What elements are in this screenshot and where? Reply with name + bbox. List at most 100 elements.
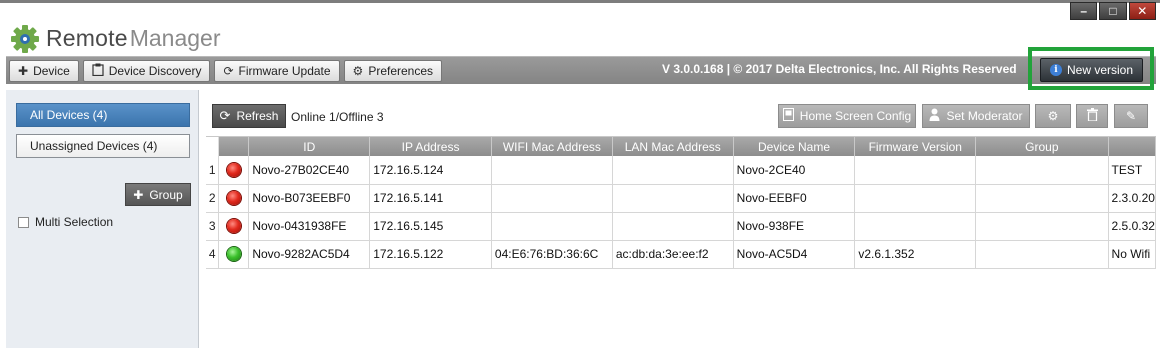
header-corner — [206, 137, 220, 156]
status-cell — [218, 212, 250, 241]
header-id[interactable]: ID — [248, 137, 371, 156]
row-number: 2 — [206, 184, 220, 213]
firmware-cell — [854, 212, 977, 241]
new-version-button[interactable]: i New version — [1040, 58, 1143, 82]
extra-cell: TEST — [1108, 156, 1157, 185]
offline-status-icon — [226, 219, 241, 234]
device-name-cell: Novo-EEBF0 — [733, 184, 856, 213]
set-moderator-label: Set Moderator — [946, 109, 1023, 123]
edit-button[interactable]: ✎ — [1114, 104, 1148, 128]
lan-mac-cell — [612, 184, 734, 213]
link-button[interactable]: ⚙ — [1035, 104, 1071, 128]
clipboard-icon — [92, 63, 104, 79]
offline-status-icon — [226, 163, 241, 178]
extra-cell: 2.3.0.20 — [1108, 184, 1157, 213]
header-extra[interactable] — [1108, 137, 1157, 156]
multi-selection-checkbox[interactable]: Multi Selection — [18, 215, 113, 229]
app-name-remote: Remote — [46, 24, 128, 51]
version-copyright-text: V 3.0.0.168 | © 2017 Delta Electronics, … — [662, 62, 1017, 76]
home-screen-config-label: Home Screen Config — [799, 109, 912, 123]
ip-cell: 172.16.5.122 — [369, 240, 492, 269]
online-status-text: Online 1/Offline 3 — [291, 110, 384, 124]
online-status-icon — [226, 247, 241, 262]
firmware-update-button[interactable]: ⟳ Firmware Update — [214, 59, 340, 82]
link-icon: ⚙ — [1047, 109, 1059, 123]
header-status — [218, 137, 250, 156]
device-id-cell: Novo-27B02CE40 — [248, 156, 371, 185]
firmware-cell: v2.6.1.352 — [854, 240, 977, 269]
device-table-container: ID IP Address WIFI Mac Address LAN Mac A… — [206, 136, 1157, 348]
group-cell — [975, 212, 1109, 241]
firmware-cell — [854, 156, 977, 185]
table-header-row: ID IP Address WIFI Mac Address LAN Mac A… — [206, 137, 1157, 156]
device-name-cell: Novo-938FE — [733, 212, 856, 241]
gear-logo-icon — [11, 25, 39, 53]
header-group[interactable]: Group — [975, 137, 1109, 156]
title-bar-strip — [0, 0, 1160, 3]
device-id-cell: Novo-0431938FE — [248, 212, 371, 241]
pencil-icon: ✎ — [1125, 109, 1137, 123]
preferences-label: Preferences — [368, 63, 434, 78]
lan-mac-cell: ac:db:da:3e:ee:f2 — [612, 240, 734, 269]
wifi-mac-cell — [491, 184, 613, 213]
lan-mac-cell — [612, 212, 734, 241]
offline-status-icon — [226, 191, 241, 206]
row-number: 1 — [206, 156, 220, 185]
device-table: ID IP Address WIFI Mac Address LAN Mac A… — [206, 137, 1157, 269]
sync-icon: ⟳ — [223, 63, 234, 78]
checkbox-box[interactable] — [18, 216, 29, 228]
extra-cell: 2.5.0.32 — [1108, 212, 1157, 241]
device-id-cell: Novo-9282AC5D4 — [248, 240, 371, 269]
table-row[interactable]: 3 Novo-0431938FE 172.16.5.145 Novo-938FE… — [206, 212, 1157, 241]
maximize-button[interactable]: □ — [1099, 2, 1127, 20]
device-discovery-button[interactable]: Device Discovery — [82, 59, 211, 82]
device-name-cell: Novo-AC5D4 — [733, 240, 856, 269]
add-group-button[interactable]: ✚ Group — [125, 183, 191, 206]
wifi-mac-cell — [491, 156, 613, 185]
device-toolbar: ⟳ Refresh Online 1/Offline 3 Home Screen… — [206, 102, 1156, 132]
set-moderator-button[interactable]: Set Moderator — [922, 104, 1030, 128]
home-screen-config-button[interactable]: Home Screen Config — [778, 104, 916, 128]
gear-icon: ⚙ — [352, 63, 364, 78]
add-group-label: Group — [149, 187, 183, 202]
device-name-cell: Novo-2CE40 — [733, 156, 856, 185]
header-firmware-version[interactable]: Firmware Version — [854, 137, 977, 156]
ip-cell: 172.16.5.145 — [369, 212, 492, 241]
window-controls: – □ ✕ — [1070, 2, 1156, 20]
firmware-cell — [854, 184, 977, 213]
info-icon: i — [1049, 64, 1062, 76]
table-row[interactable]: 4 Novo-9282AC5D4 172.16.5.122 04:E6:76:B… — [206, 240, 1157, 269]
device-id-cell: Novo-B073EEBF0 — [248, 184, 371, 213]
close-button[interactable]: ✕ — [1128, 2, 1156, 20]
device-discovery-label: Device Discovery — [108, 63, 202, 78]
ip-cell: 172.16.5.124 — [369, 156, 492, 185]
firmware-update-label: Firmware Update — [238, 63, 331, 78]
group-cell — [975, 240, 1109, 269]
delete-button[interactable] — [1076, 104, 1108, 128]
minimize-button[interactable]: – — [1070, 2, 1098, 20]
header-lan-mac[interactable]: LAN Mac Address — [612, 137, 734, 156]
header-device-name[interactable]: Device Name — [733, 137, 856, 156]
lan-mac-cell — [612, 156, 734, 185]
app-name-manager: Manager — [129, 24, 221, 51]
table-row[interactable]: 1 Novo-27B02CE40 172.16.5.124 Novo-2CE40… — [206, 156, 1157, 185]
multi-selection-label: Multi Selection — [35, 215, 114, 229]
refresh-label: Refresh — [236, 109, 279, 123]
user-icon — [929, 108, 940, 124]
add-device-button[interactable]: ✚ Device — [9, 59, 79, 82]
sidebar-item-unassigned-devices[interactable]: Unassigned Devices (4) — [16, 134, 190, 158]
header-wifi-mac[interactable]: WIFI Mac Address — [491, 137, 613, 156]
header-ip-address[interactable]: IP Address — [369, 137, 492, 156]
refresh-button[interactable]: ⟳ Refresh — [212, 104, 286, 128]
status-cell — [218, 240, 250, 269]
new-version-label: New version — [1066, 63, 1134, 77]
add-device-label: Device — [33, 63, 70, 78]
table-row[interactable]: 2 Novo-B073EEBF0 172.16.5.141 Novo-EEBF0… — [206, 184, 1157, 213]
plus-icon: ✚ — [133, 187, 144, 202]
screen-icon — [782, 108, 794, 124]
status-cell — [218, 184, 250, 213]
sidebar-item-all-devices[interactable]: All Devices (4) — [16, 103, 190, 127]
app-logo: Remote Manager — [8, 22, 221, 54]
preferences-button[interactable]: ⚙ Preferences — [343, 59, 443, 82]
sidebar: All Devices (4) Unassigned Devices (4) ✚… — [6, 90, 199, 348]
